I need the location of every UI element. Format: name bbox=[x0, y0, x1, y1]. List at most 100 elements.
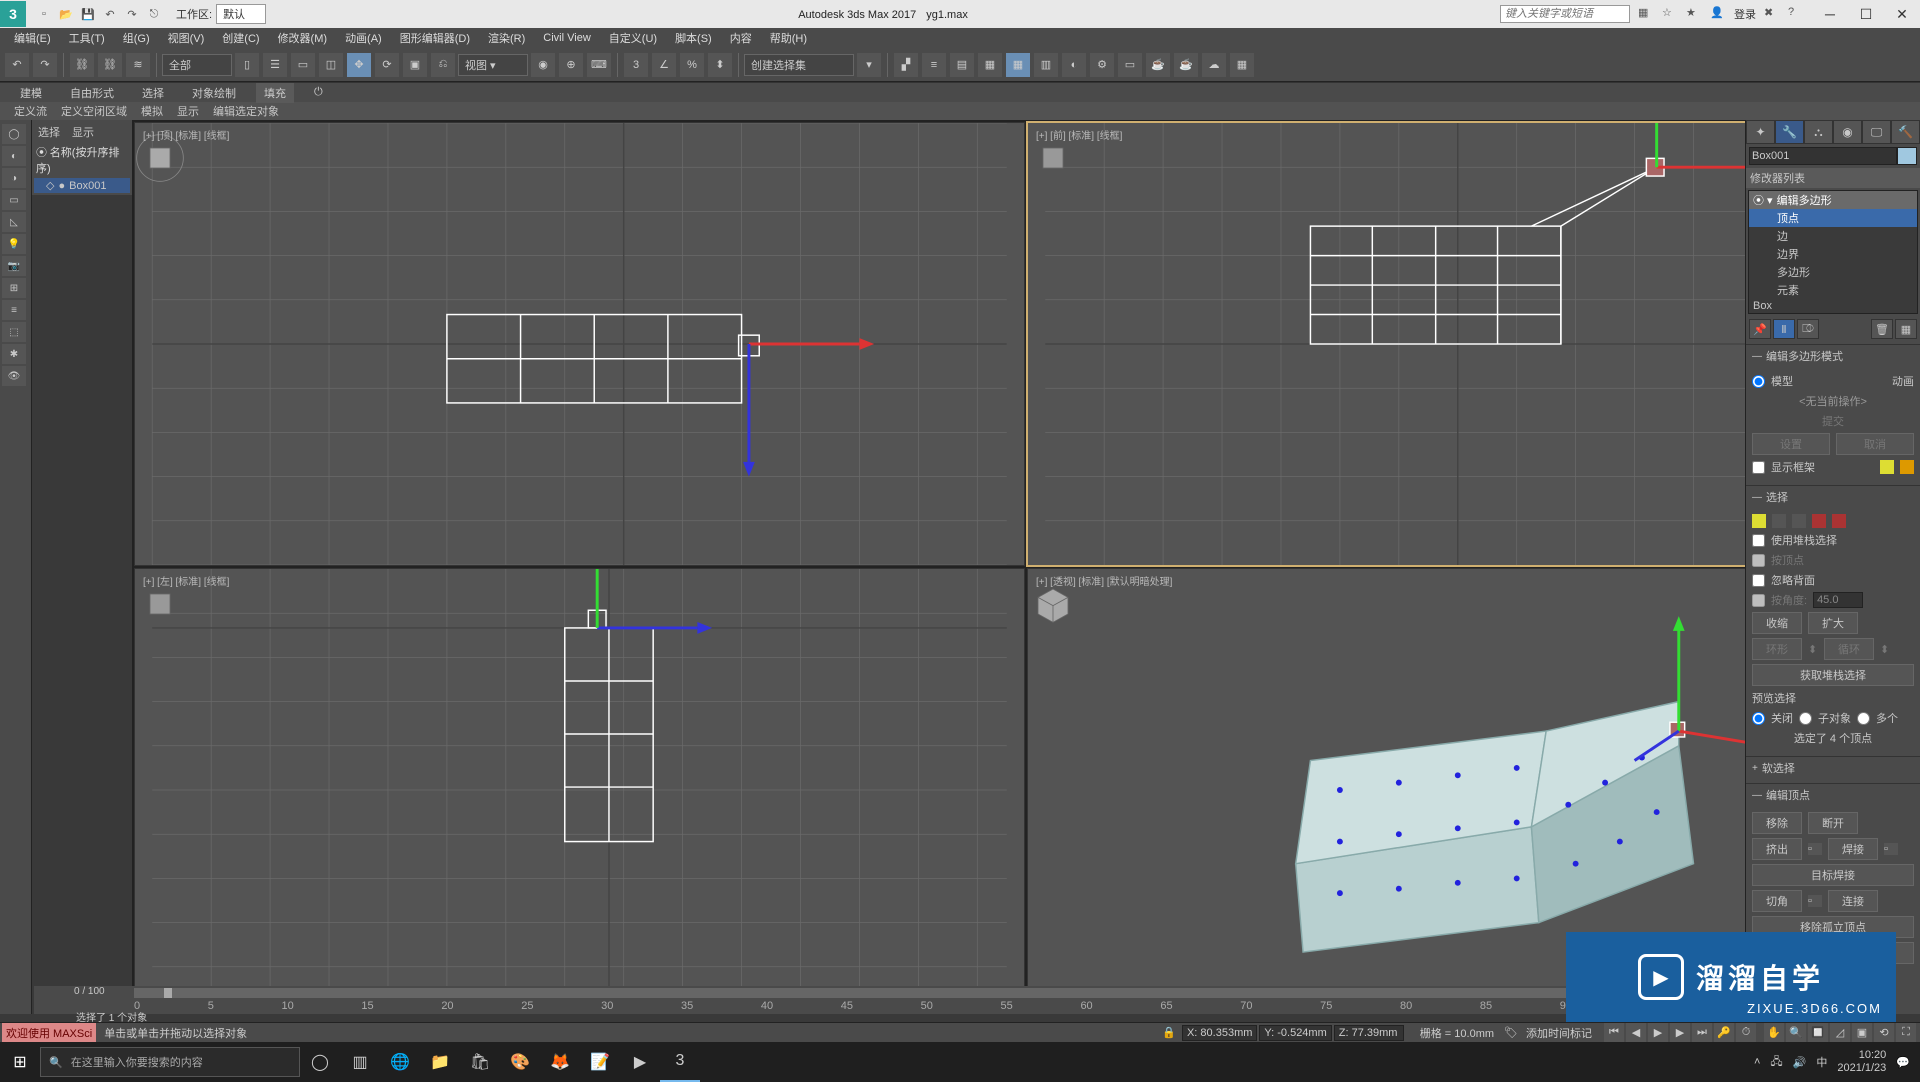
exchange-icon[interactable]: ✖ bbox=[1764, 6, 1780, 22]
preview-multi-radio[interactable] bbox=[1857, 712, 1870, 725]
prev-frame-button[interactable]: ◀ bbox=[1626, 1023, 1646, 1043]
cortana-icon[interactable]: ▥ bbox=[340, 1042, 380, 1082]
tab-display-icon[interactable]: 🖵 bbox=[1862, 120, 1891, 144]
menu-animation[interactable]: 动画(A) bbox=[337, 30, 390, 46]
workspace-dropdown[interactable]: 默认 bbox=[216, 4, 266, 24]
notifications-icon[interactable]: 💬 bbox=[1896, 1056, 1910, 1069]
next-frame-button[interactable]: ▶ bbox=[1670, 1023, 1690, 1043]
menu-scripting[interactable]: 脚本(S) bbox=[667, 30, 720, 46]
show-end-button[interactable]: Ⅱ bbox=[1773, 319, 1795, 339]
object-color-swatch[interactable] bbox=[1897, 147, 1917, 165]
tab-create-icon[interactable]: ✦ bbox=[1746, 120, 1775, 144]
orbit-button[interactable]: ⟲ bbox=[1874, 1023, 1894, 1043]
qat-new-icon[interactable]: ▫ bbox=[36, 6, 52, 22]
render-button[interactable]: ☕ bbox=[1146, 53, 1170, 77]
weld-button[interactable]: 焊接 bbox=[1828, 838, 1878, 860]
infocenter-icon[interactable]: ▦ bbox=[1638, 6, 1654, 22]
unlink-button[interactable]: ⛓ bbox=[98, 53, 122, 77]
timetag-icon[interactable]: 🏷 bbox=[1504, 1026, 1518, 1039]
tab-motion-icon[interactable]: ◉ bbox=[1833, 120, 1862, 144]
coord-z[interactable]: Z: 77.39mm bbox=[1334, 1025, 1404, 1041]
qat-redo-icon[interactable]: ↷ bbox=[124, 6, 140, 22]
ribbon-sub-sim[interactable]: 模拟 bbox=[135, 103, 169, 119]
select-object-button[interactable]: ▯ bbox=[235, 53, 259, 77]
se-tab-select[interactable]: 选择 bbox=[38, 124, 60, 140]
taskbar-search[interactable]: 🔍 在这里输入你要搜索的内容 bbox=[40, 1047, 300, 1077]
chamfer-button[interactable]: 切角 bbox=[1752, 890, 1802, 912]
ribbon-toggle-icon[interactable]: ⏻ bbox=[306, 84, 331, 101]
se-btn-9[interactable]: ≡ bbox=[2, 300, 26, 320]
targetweld-button[interactable]: 目标焊接 bbox=[1752, 864, 1914, 886]
tab-populate[interactable]: 填充 bbox=[256, 83, 294, 103]
viewport-top[interactable]: [+] [顶] [标准] [线框] bbox=[134, 122, 1025, 566]
undo-button[interactable]: ↶ bbox=[5, 53, 29, 77]
select-scale-button[interactable]: ▣ bbox=[403, 53, 427, 77]
align-button[interactable]: ≡ bbox=[922, 53, 946, 77]
help-search-input[interactable] bbox=[1500, 5, 1630, 23]
spinner-snap-button[interactable]: ⬍ bbox=[708, 53, 732, 77]
selset-edit-button[interactable]: ▾ bbox=[857, 53, 881, 77]
key-mode-button[interactable]: 🔑 bbox=[1714, 1023, 1734, 1043]
maximize-button[interactable]: ☐ bbox=[1848, 0, 1884, 28]
coord-y[interactable]: Y: -0.524mm bbox=[1259, 1025, 1331, 1041]
taskbar-clock[interactable]: 10:202021/1/23 bbox=[1837, 1049, 1886, 1075]
edge-icon[interactable]: 🌐 bbox=[380, 1042, 420, 1082]
sel-poly-icon[interactable] bbox=[1812, 514, 1826, 528]
select-place-button[interactable]: ⎌ bbox=[431, 53, 455, 77]
qat-link-icon[interactable]: ⎋ bbox=[146, 6, 162, 22]
object-name-input[interactable] bbox=[1749, 147, 1897, 165]
user-icon[interactable]: 👤 bbox=[1710, 6, 1726, 22]
stack-vertex[interactable]: 顶点 bbox=[1749, 209, 1917, 227]
eye-icon[interactable]: ⦿ bbox=[36, 147, 47, 159]
render-cloud-button[interactable]: ▦ bbox=[1230, 53, 1254, 77]
percent-snap-button[interactable]: % bbox=[680, 53, 704, 77]
pivot-button[interactable]: ◉ bbox=[531, 53, 555, 77]
named-selset-dropdown[interactable]: 创建选择集 bbox=[744, 54, 854, 76]
ignoreback-checkbox[interactable] bbox=[1752, 574, 1765, 587]
cage-color-1[interactable] bbox=[1880, 460, 1894, 474]
coord-x[interactable]: X: 80.353mm bbox=[1182, 1025, 1257, 1041]
se-btn-1[interactable]: ◯ bbox=[2, 124, 26, 144]
usestack-checkbox[interactable] bbox=[1752, 534, 1765, 547]
angle-spinner[interactable] bbox=[1813, 592, 1863, 608]
configure-button[interactable]: ▦ bbox=[1895, 319, 1917, 339]
menu-customize[interactable]: 自定义(U) bbox=[601, 30, 665, 46]
link-button[interactable]: ⛓ bbox=[70, 53, 94, 77]
stack-box[interactable]: Box bbox=[1749, 299, 1917, 313]
modifier-list-dropdown[interactable]: 修改器列表 bbox=[1746, 168, 1920, 188]
maximize-vp-button[interactable]: ⛶ bbox=[1896, 1023, 1916, 1043]
remove-mod-button[interactable]: 🗑 bbox=[1871, 319, 1893, 339]
se-btn-3[interactable]: ◑ bbox=[2, 168, 26, 188]
qat-undo-icon[interactable]: ↶ bbox=[102, 6, 118, 22]
goto-end-button[interactable]: ⏭ bbox=[1692, 1023, 1712, 1043]
app-icon-3[interactable]: 📝 bbox=[580, 1042, 620, 1082]
tray-ime-icon[interactable]: 中 bbox=[1816, 1054, 1827, 1070]
ribbon-sub-display[interactable]: 显示 bbox=[171, 103, 205, 119]
select-rotate-button[interactable]: ⟳ bbox=[375, 53, 399, 77]
time-slider[interactable]: 0 / 100 05101520253035404550556065707580… bbox=[34, 986, 1742, 1014]
snap-button[interactable]: 3 bbox=[624, 53, 648, 77]
fov-button[interactable]: ◿ bbox=[1830, 1023, 1850, 1043]
se-btn-4[interactable]: ▭ bbox=[2, 190, 26, 210]
extrude-button[interactable]: 挤出 bbox=[1752, 838, 1802, 860]
star-icon[interactable]: ☆ bbox=[1662, 6, 1678, 22]
angle-snap-button[interactable]: ∠ bbox=[652, 53, 676, 77]
sel-element-icon[interactable] bbox=[1832, 514, 1846, 528]
break-button[interactable]: 断开 bbox=[1808, 812, 1858, 834]
tab-objectpaint[interactable]: 对象绘制 bbox=[184, 83, 244, 103]
viewport-left[interactable]: [+] [左] [标准] [线框] bbox=[134, 568, 1025, 1012]
loop-button[interactable]: 循环 bbox=[1824, 638, 1874, 660]
explorer-icon[interactable]: 📁 bbox=[420, 1042, 460, 1082]
play-button[interactable]: ▶ bbox=[1648, 1023, 1668, 1043]
tab-hierarchy-icon[interactable]: ⛬ bbox=[1804, 120, 1833, 144]
curve-editor-button[interactable]: ▦ bbox=[1006, 53, 1030, 77]
visible-icon[interactable]: ● bbox=[58, 180, 65, 192]
menu-content[interactable]: 内容 bbox=[722, 30, 760, 46]
qat-save-icon[interactable]: 💾 bbox=[80, 6, 96, 22]
material-editor-button[interactable]: ◐ bbox=[1062, 53, 1086, 77]
sel-edge-icon[interactable] bbox=[1772, 514, 1786, 528]
select-move-button[interactable]: ✥ bbox=[347, 53, 371, 77]
expand-icon[interactable]: ◇ bbox=[46, 179, 54, 192]
preview-subobj-radio[interactable] bbox=[1799, 712, 1812, 725]
window-crossing-button[interactable]: ◫ bbox=[319, 53, 343, 77]
